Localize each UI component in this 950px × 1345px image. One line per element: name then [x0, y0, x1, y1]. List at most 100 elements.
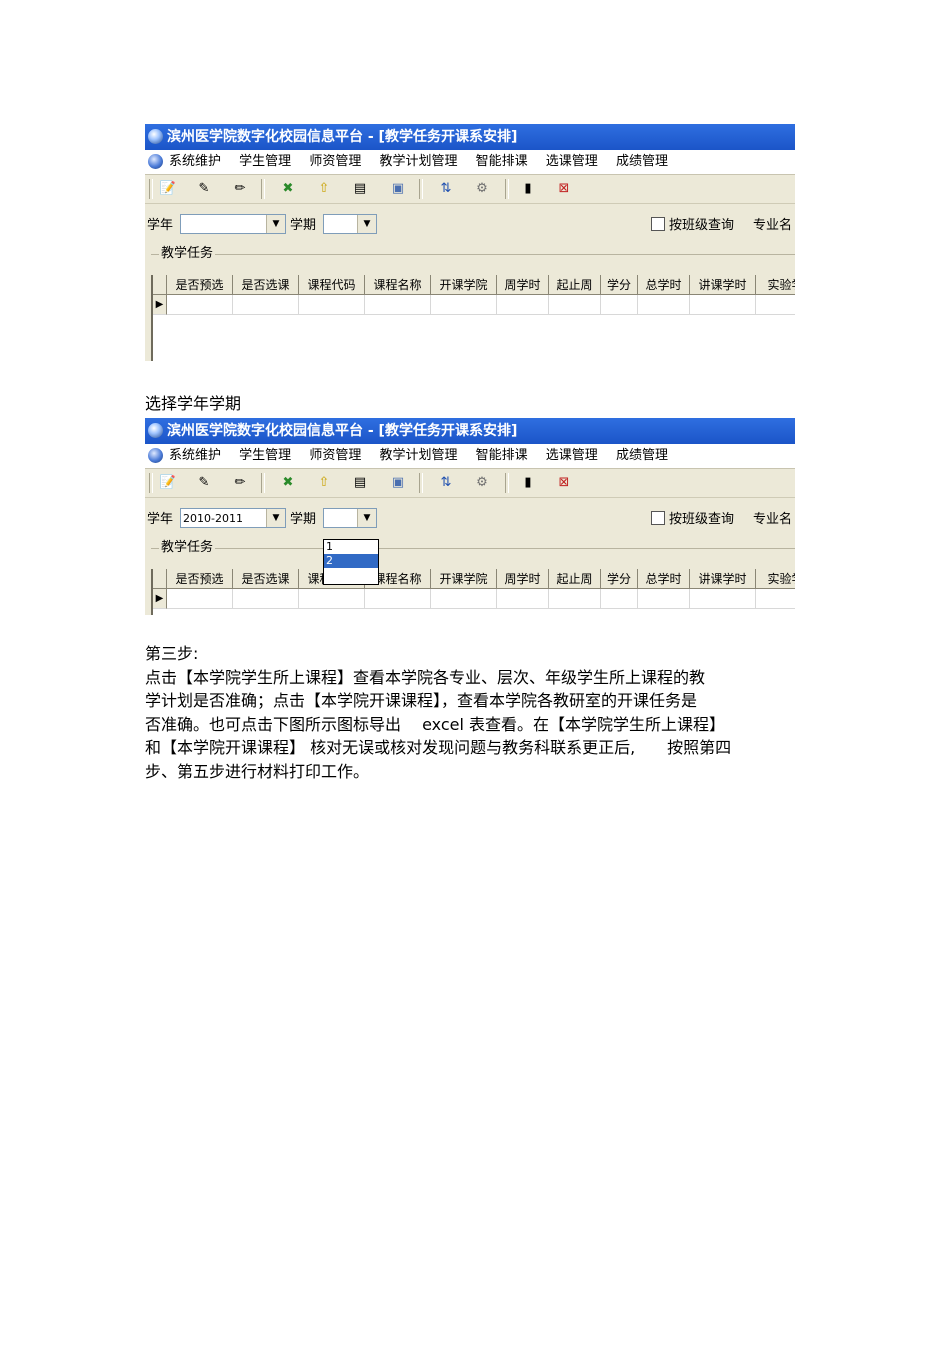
chevron-down-icon[interactable]: ▼ [357, 509, 376, 527]
grid-cell[interactable] [638, 295, 690, 315]
grid-cell[interactable] [638, 589, 690, 609]
menu-student-management[interactable]: 学生管理 [239, 444, 291, 468]
grid-cell[interactable] [233, 589, 299, 609]
pencil-icon[interactable]: ✏ [231, 180, 249, 198]
menu-grades[interactable]: 成绩管理 [616, 444, 668, 468]
class-query-label: 按班级查询 [669, 512, 735, 527]
col-header[interactable]: 是否预选 [167, 569, 233, 589]
col-header[interactable]: 实验学 [756, 569, 795, 589]
document-icon[interactable]: ▤ [351, 474, 369, 492]
grid-cell[interactable] [431, 589, 497, 609]
grid-cell[interactable] [299, 295, 365, 315]
chevron-down-icon[interactable]: ▼ [266, 509, 285, 527]
class-query-label: 按班级查询 [669, 218, 735, 233]
col-header[interactable]: 课程代码 [299, 275, 365, 295]
save-icon[interactable]: ▮ [519, 180, 537, 198]
term-option[interactable]: 1 [324, 540, 378, 554]
grid-cell[interactable] [431, 295, 497, 315]
grid-cell[interactable] [690, 295, 756, 315]
menu-course-selection[interactable]: 选课管理 [546, 150, 598, 174]
term-option-selected[interactable]: 2 [324, 554, 378, 568]
table-row[interactable]: ▶ [153, 295, 795, 315]
grid-cell[interactable] [601, 295, 638, 315]
filter-icon[interactable]: ⇅ [437, 180, 455, 198]
document-icon[interactable]: ▤ [351, 180, 369, 198]
save-icon[interactable]: ▮ [519, 474, 537, 492]
col-header[interactable]: 实验学 [756, 275, 795, 295]
edit-icon[interactable]: ✎ [195, 180, 213, 198]
print-preview-icon[interactable]: ▣ [389, 474, 407, 492]
settings-icon[interactable]: ⚙ [473, 180, 491, 198]
row-indicator-header [153, 275, 167, 295]
col-header[interactable]: 起止周 [549, 569, 601, 589]
year-select[interactable]: 2010-2011 ▼ [180, 508, 286, 528]
delete-icon[interactable]: ⊠ [555, 474, 573, 492]
col-header[interactable]: 周学时 [497, 275, 549, 295]
grid-cell[interactable] [756, 295, 795, 315]
upload-icon[interactable]: ⇧ [315, 474, 333, 492]
chevron-down-icon[interactable]: ▼ [266, 215, 285, 233]
menu-system-maintenance[interactable]: 系统维护 [169, 444, 221, 468]
col-header[interactable]: 总学时 [638, 275, 690, 295]
table-row[interactable]: ▶ [153, 589, 795, 609]
grid-cell[interactable] [233, 295, 299, 315]
menu-faculty-management[interactable]: 师资管理 [309, 444, 361, 468]
col-header[interactable]: 是否预选 [167, 275, 233, 295]
filter-icon[interactable]: ⇅ [437, 474, 455, 492]
year-label: 学年 [147, 218, 174, 233]
col-header[interactable]: 起止周 [549, 275, 601, 295]
col-header[interactable]: 周学时 [497, 569, 549, 589]
menu-student-management[interactable]: 学生管理 [239, 150, 291, 174]
col-header[interactable]: 学分 [601, 569, 638, 589]
menu-course-selection[interactable]: 选课管理 [546, 444, 598, 468]
chevron-down-icon[interactable]: ▼ [357, 215, 376, 233]
grid-cell[interactable] [365, 589, 431, 609]
excel-export-icon[interactable]: ✖ [279, 474, 297, 492]
term-select[interactable]: ▼ [323, 508, 377, 528]
new-record-icon[interactable]: 📝 [159, 180, 177, 198]
grid-cell[interactable] [497, 295, 549, 315]
grid-cell[interactable] [549, 589, 601, 609]
upload-icon[interactable]: ⇧ [315, 180, 333, 198]
term-select[interactable]: ▼ [323, 214, 377, 234]
col-header[interactable]: 总学时 [638, 569, 690, 589]
step-line: 步、第五步进行材料打印工作。 [145, 761, 370, 781]
title-bar: 滨州医学院数字化校园信息平台 - [教学任务开课系安排] [145, 124, 795, 150]
grid-cell[interactable] [365, 295, 431, 315]
menu-scheduling[interactable]: 智能排课 [476, 150, 528, 174]
class-query-checkbox[interactable] [651, 511, 665, 525]
menu-scheduling[interactable]: 智能排课 [476, 444, 528, 468]
print-preview-icon[interactable]: ▣ [389, 180, 407, 198]
grid-cell[interactable] [690, 589, 756, 609]
menu-teaching-plan[interactable]: 教学计划管理 [379, 150, 457, 174]
col-header[interactable]: 开课学院 [431, 569, 497, 589]
toolbar-separator [261, 179, 265, 199]
class-query-checkbox[interactable] [651, 217, 665, 231]
col-header[interactable]: 是否选课 [233, 275, 299, 295]
grid-cell[interactable] [549, 295, 601, 315]
col-header[interactable]: 讲课学时 [690, 569, 756, 589]
menu-grades[interactable]: 成绩管理 [616, 150, 668, 174]
col-header[interactable]: 开课学院 [431, 275, 497, 295]
menu-system-maintenance[interactable]: 系统维护 [169, 150, 221, 174]
excel-export-icon[interactable]: ✖ [279, 180, 297, 198]
grid-cell[interactable] [601, 589, 638, 609]
pencil-icon[interactable]: ✏ [231, 474, 249, 492]
edit-icon[interactable]: ✎ [195, 474, 213, 492]
settings-icon[interactable]: ⚙ [473, 474, 491, 492]
grid-cell[interactable] [167, 589, 233, 609]
delete-icon[interactable]: ⊠ [555, 180, 573, 198]
col-header[interactable]: 课程名称 [365, 275, 431, 295]
grid-cell[interactable] [167, 295, 233, 315]
col-header[interactable]: 学分 [601, 275, 638, 295]
grid-cell[interactable] [299, 589, 365, 609]
year-select[interactable]: ▼ [180, 214, 286, 234]
grid-cell[interactable] [497, 589, 549, 609]
col-header[interactable]: 讲课学时 [690, 275, 756, 295]
new-record-icon[interactable]: 📝 [159, 474, 177, 492]
grid-cell[interactable] [756, 589, 795, 609]
group-border [151, 254, 795, 255]
col-header[interactable]: 是否选课 [233, 569, 299, 589]
menu-faculty-management[interactable]: 师资管理 [309, 150, 361, 174]
menu-teaching-plan[interactable]: 教学计划管理 [379, 444, 457, 468]
